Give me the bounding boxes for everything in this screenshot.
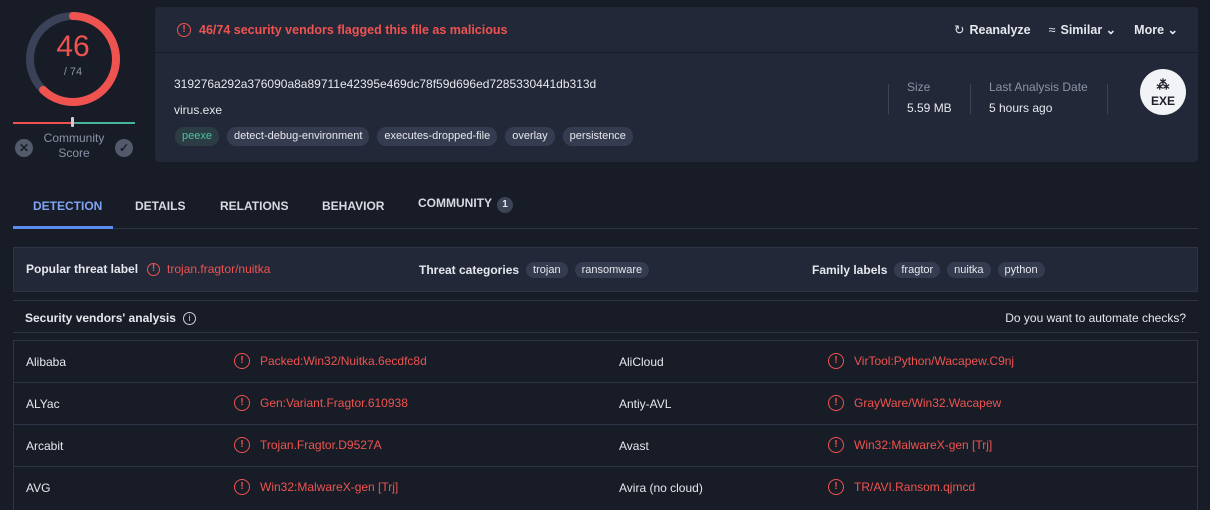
file-name: virus.exe — [174, 103, 223, 117]
tab-community[interactable]: COMMUNITY 1 — [418, 196, 513, 213]
vendor-result: ! Win32:MalwareX-gen [Trj] — [828, 437, 992, 453]
last-analysis-date: Last Analysis Date 5 hours ago — [989, 80, 1088, 115]
tab-behavior[interactable]: BEHAVIOR — [322, 199, 384, 213]
tab-bar: DETECTION DETAILS RELATIONS BEHAVIOR COM… — [13, 194, 1198, 229]
alert-icon: ! — [234, 437, 250, 453]
score-detected: 46 — [56, 30, 90, 63]
vendor-result: ! VirTool:Python/Wacapew.C9nj — [828, 353, 1014, 369]
active-tab-indicator — [13, 226, 113, 229]
family-labels: Family labels fragtor nuitka python — [812, 262, 1045, 278]
score-total: / 74 — [63, 66, 83, 78]
vendor-name: Avast — [619, 439, 649, 453]
vendor-name: AliCloud — [619, 355, 664, 369]
vote-malicious-icon[interactable]: ✕ — [15, 139, 33, 157]
category-chip[interactable]: ransomware — [574, 262, 650, 278]
file-tags: peexe detect-debug-environment executes-… — [175, 127, 633, 146]
more-button[interactable]: More ⌄ — [1134, 22, 1178, 37]
tab-detection[interactable]: DETECTION — [33, 199, 102, 213]
vendors-title: Security vendors' analysis — [25, 311, 176, 325]
community-score-bar — [13, 122, 135, 124]
vendor-results-table: Alibaba ! Packed:Win32/Nuitka.6ecdfc8d Al… — [13, 340, 1198, 510]
alert-icon: ! — [828, 437, 844, 453]
alert-icon: ! — [828, 395, 844, 411]
vendor-result: ! Packed:Win32/Nuitka.6ecdfc8d — [234, 353, 427, 369]
threat-summary: Popular threat label ! trojan.fragtor/nu… — [13, 247, 1198, 292]
vendor-result: ! TR/AVI.Ransom.qjmcd — [828, 479, 975, 495]
malicious-alert: ! 46/74 security vendors flagged this fi… — [177, 23, 507, 37]
vendor-result: ! Win32:MalwareX-gen [Trj] — [234, 479, 398, 495]
file-tag[interactable]: persistence — [562, 127, 633, 146]
community-count-badge: 1 — [497, 197, 513, 213]
alert-icon: ! — [234, 353, 250, 369]
table-row: Arcabit ! Trojan.Fragtor.D9527A Avast ! Wi… — [14, 424, 1197, 466]
similar-button[interactable]: ≈ Similar ⌄ — [1049, 22, 1117, 37]
vendor-result: ! Trojan.Fragtor.D9527A — [234, 437, 382, 453]
vendor-name: Antiy-AVL — [619, 397, 672, 411]
file-tag[interactable]: peexe — [175, 127, 219, 146]
table-row: Alibaba ! Packed:Win32/Nuitka.6ecdfc8d Al… — [14, 340, 1197, 382]
divider — [888, 84, 889, 114]
file-tag[interactable]: detect-debug-environment — [226, 127, 370, 146]
file-hash[interactable]: 319276a292a376090a8a89711e42395e469dc78f… — [174, 77, 596, 91]
refresh-icon: ↻ — [953, 23, 965, 37]
alert-icon: ! — [234, 395, 250, 411]
family-chip[interactable]: nuitka — [947, 262, 991, 278]
tab-relations[interactable]: RELATIONS — [220, 199, 288, 213]
file-summary-card: ! 46/74 security vendors flagged this fi… — [155, 7, 1198, 162]
alert-icon: ! — [177, 23, 191, 37]
exe-file-type-icon: ⁂ EXE — [1140, 69, 1186, 115]
vendor-result: ! Gen:Variant.Fragtor.610938 — [234, 395, 408, 411]
divider — [1107, 84, 1108, 114]
threat-categories: Threat categories trojan ransomware — [419, 262, 650, 278]
info-icon: ! — [147, 262, 161, 276]
info-icon[interactable]: i — [182, 311, 196, 325]
divider — [970, 84, 971, 114]
table-row: AVG ! Win32:MalwareX-gen [Trj] Avira (no … — [14, 466, 1197, 508]
family-chip[interactable]: python — [997, 262, 1045, 278]
community-score-label: Community Score — [43, 131, 105, 160]
popular-threat-label: Popular threat label ! trojan.fragtor/nu… — [26, 262, 271, 276]
file-tag[interactable]: executes-dropped-file — [377, 127, 498, 146]
community-score-marker — [71, 117, 74, 127]
file-tag[interactable]: overlay — [505, 127, 555, 146]
file-size: Size 5.59 MB — [907, 80, 952, 115]
category-chip[interactable]: trojan — [526, 262, 568, 278]
vendor-name: Alibaba — [26, 355, 67, 369]
chevron-down-icon: ⌄ — [1167, 23, 1178, 37]
vote-harmless-icon[interactable]: ✓ — [115, 139, 133, 157]
reanalyze-button[interactable]: ↻ Reanalyze — [954, 22, 1031, 37]
vendors-header: Security vendors' analysis i Do you want … — [13, 300, 1198, 333]
alert-icon: ! — [234, 479, 250, 495]
detection-score: 46 / 74 — [20, 6, 126, 112]
vendor-name: Arcabit — [26, 439, 64, 453]
vendor-name: ALYac — [26, 397, 60, 411]
vendor-name: Avira (no cloud) — [619, 481, 703, 495]
vendor-name: AVG — [26, 481, 51, 495]
family-chip[interactable]: fragtor — [894, 262, 941, 278]
vendor-result: ! GrayWare/Win32.Wacapew — [828, 395, 1001, 411]
alert-icon: ! — [828, 353, 844, 369]
chevron-down-icon: ⌄ — [1105, 23, 1117, 37]
table-row: ALYac ! Gen:Variant.Fragtor.610938 Antiy-… — [14, 382, 1197, 424]
similar-icon: ≈ — [1048, 23, 1056, 37]
automate-checks-link[interactable]: Do you want to automate checks? — [1005, 311, 1186, 325]
alert-icon: ! — [828, 479, 844, 495]
tab-details[interactable]: DETAILS — [135, 199, 185, 213]
